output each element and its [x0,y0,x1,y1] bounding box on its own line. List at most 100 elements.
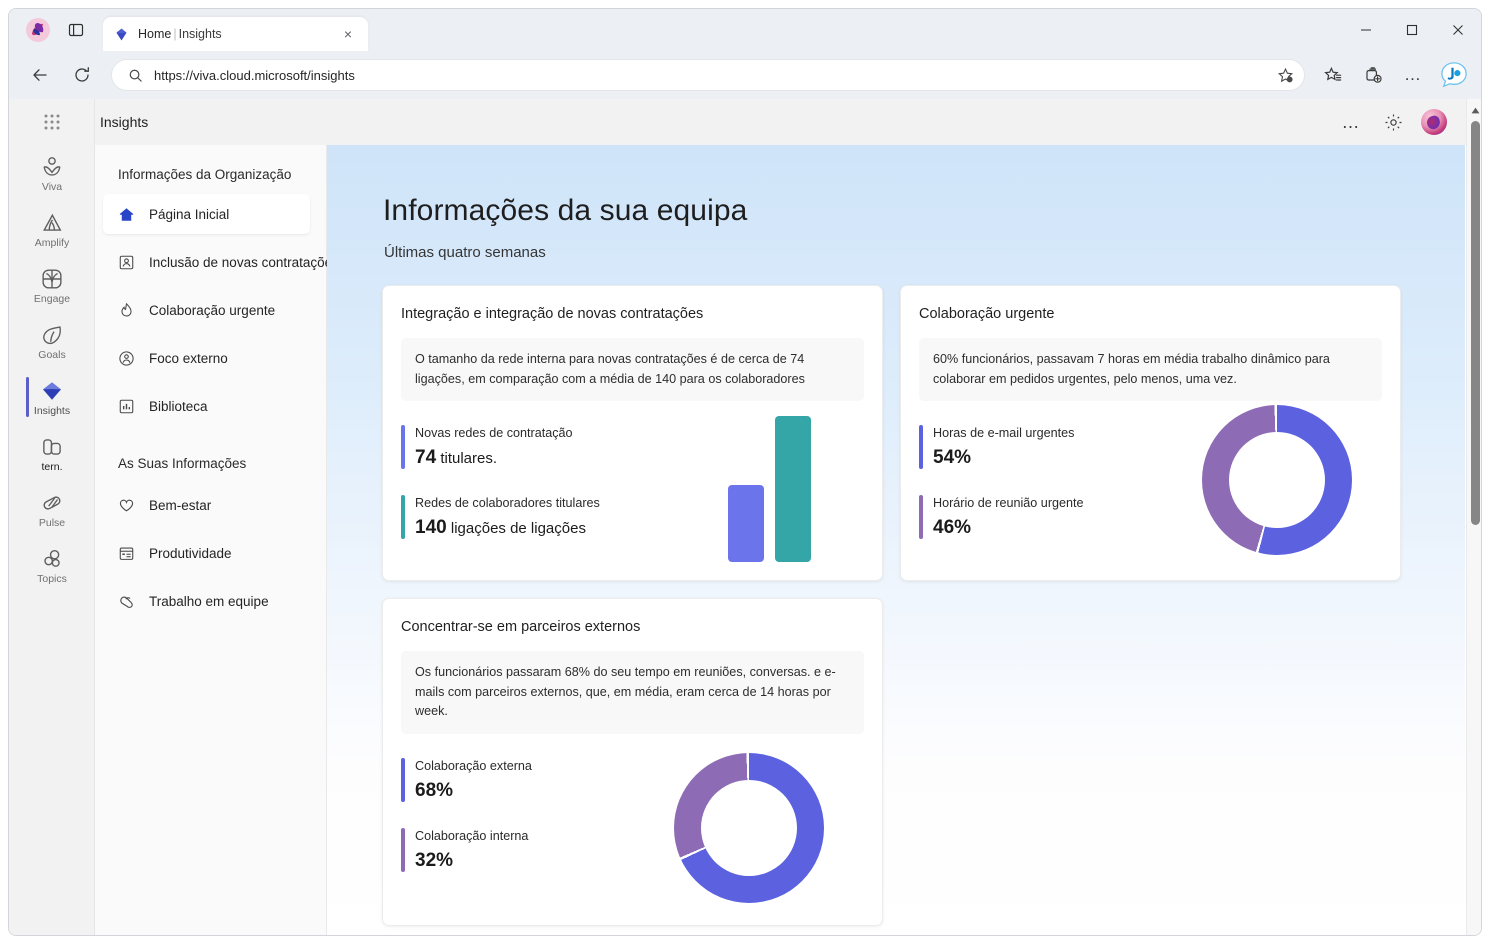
card-note: 60% funcionários, passavam 7 horas em mé… [919,338,1382,402]
card-urgent-collaboration[interactable]: Colaboração urgente 60% funcionários, pa… [900,285,1401,581]
nav-item-label: Foco externo [149,350,228,366]
nav-item-label: Trabalho em equipe [149,593,269,609]
rail-item-pulse[interactable]: Pulse [9,481,95,537]
stat-value: 74 titulares. [415,447,498,468]
stat-label: Colaboração interna [415,828,529,843]
page-subtitle: Últimas quatro semanas [384,244,546,261]
nav-item-biblioteca[interactable]: Biblioteca [103,386,310,426]
search-icon [126,66,144,84]
pulse-icon [40,490,64,516]
tab-title: Home | Insights [138,27,329,41]
calendar-icon [117,544,135,562]
bar-tenured-network [775,416,811,562]
learning-icon [40,434,64,460]
nav-item-pagina-inicial[interactable]: Página Inicial [103,194,310,234]
minimize-button[interactable] [1343,12,1389,48]
stat-item: Colaboração externa 68% [401,757,716,802]
app-rail: Viva Amplify Engage Goals Insights tern.… [9,99,95,935]
stat-label: Novas redes de contratação [415,426,573,441]
back-button[interactable] [23,58,57,92]
stat-unit: titulares. [440,450,498,468]
header-more-icon[interactable]: … [1337,108,1365,136]
app-launcher-waffle-icon[interactable] [9,99,95,145]
nav-item-colaboracao-urgente[interactable]: Colaboração urgente [103,290,310,330]
nav-item-label: Biblioteca [149,398,208,414]
stat-accent-bar [401,757,405,802]
heart-icon [117,496,135,514]
stat-item: Horário de reunião urgente 46% [919,495,1234,540]
stat-number: 46% [933,517,972,539]
main-content: Informações da sua equipa Últimas quatro… [327,145,1465,935]
nav-item-label: Página Inicial [149,206,230,222]
nav-item-label: Inclusão de novas contratações [149,254,339,270]
browser-tab[interactable]: Home | Insights × [103,17,368,51]
card-note: O tamanho da rede interna para novas con… [401,338,864,402]
nav-item-inclusao-de-novas-contratacoes[interactable]: Inclusão de novas contratações [103,242,339,282]
rail-item-label: Viva [41,180,63,193]
url-bar[interactable]: https://viva.cloud.microsoft/insights [111,59,1305,91]
browser-more-button[interactable]: … [1396,58,1430,92]
close-icon[interactable]: × [338,24,358,44]
rail-item-label: Goals [38,348,66,361]
tab-title-sub: Insights [178,27,222,41]
nav-item-label: Colaboração urgente [149,302,276,318]
rail-item-engage[interactable]: Engage [9,257,95,313]
nav-group-title-yours: As Suas Informações [118,456,247,471]
scrollbar-thumb[interactable] [1471,121,1480,525]
insight-cards: Integração e integração de novas contrat… [382,285,1414,926]
stat-number: 32% [415,849,454,871]
nav-item-produtividade[interactable]: Produtividade [103,533,310,573]
nav-item-foco-externo[interactable]: Foco externo [103,338,310,378]
rail-item-amplify[interactable]: Amplify [9,201,95,257]
stat-item: Redes de colaboradores titulares 140 lig… [401,495,716,540]
tab-list-button[interactable] [61,15,91,45]
collections-button[interactable] [1356,58,1390,92]
copilot-button[interactable] [1439,60,1469,90]
url-text[interactable]: https://viva.cloud.microsoft/insights [154,68,1272,83]
nav-item-bem-estar[interactable]: Bem-estar [103,485,310,525]
close-window-button[interactable] [1435,12,1481,48]
nav-item-label: Produtividade [149,545,232,561]
rail-item-label: Pulse [38,516,66,529]
nav-item-trabalho-em-equipe[interactable]: Trabalho em equipe [103,581,310,621]
rail-item-label: tern. [41,460,63,473]
avatar[interactable] [1421,109,1447,135]
stat-item: Horas de e-mail urgentes 54% [919,425,1234,470]
rail-item-learning[interactable]: tern. [9,425,95,481]
card-external-partners[interactable]: Concentrar-se em parceiros externos Os f… [382,598,883,926]
rail-item-viva[interactable]: Viva [9,145,95,201]
scroll-up-arrow-icon[interactable] [1467,102,1481,119]
stat-number: 140 [415,517,447,539]
tab-title-separator: | [173,27,177,41]
stat-number: 68% [415,779,454,801]
rail-item-label: Amplify [34,236,70,249]
engage-icon [40,266,64,292]
refresh-button[interactable] [65,58,99,92]
window-controls [1343,9,1481,51]
stat-item: Colaboração interna 32% [401,827,716,872]
favorites-button[interactable] [1316,58,1350,92]
stat-unit: ligações de ligações [450,520,586,538]
flame-icon [117,301,135,319]
rail-item-label: Insights [33,404,71,417]
address-bar: https://viva.cloud.microsoft/insights … [9,51,1481,99]
stat-value: 140 ligações de ligações [415,517,586,539]
nav-item-label: Bem-estar [149,497,212,513]
gear-icon[interactable] [1379,108,1407,136]
viva-person-icon [40,154,64,180]
tab-title-main: Home [138,27,172,41]
card-onboarding[interactable]: Integração e integração de novas contrat… [382,285,883,581]
rail-item-topics[interactable]: Topics [9,537,95,593]
bar-chart-onboarding [728,412,838,562]
app-header: Insights … [95,99,1481,145]
maximize-button[interactable] [1389,12,1435,48]
rail-item-insights[interactable]: Insights [9,369,95,425]
browser-window: Home | Insights × https://viva.cloud.mic… [8,8,1482,936]
page-viewport: Viva Amplify Engage Goals Insights tern.… [9,99,1481,935]
rail-item-goals[interactable]: Goals [9,313,95,369]
stat-value: 46% [933,517,972,539]
page-scrollbar[interactable] [1466,99,1481,935]
card-stats: Horas de e-mail urgentes 54% Horário de … [919,425,1234,540]
add-favorite-icon[interactable] [1272,62,1298,88]
app-header-actions: … [1337,108,1481,136]
